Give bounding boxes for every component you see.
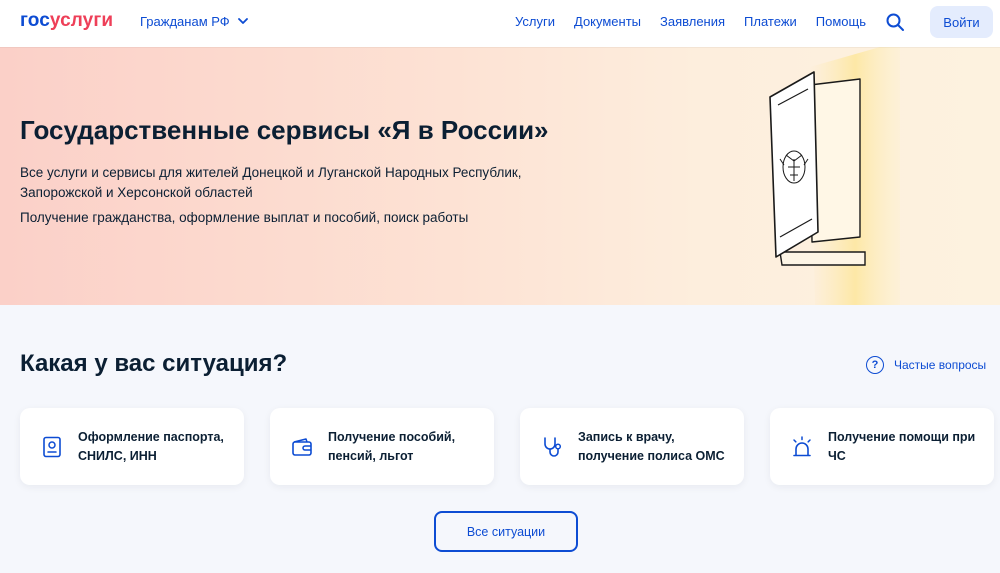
situation-card-emergency[interactable]: Получение помощи при ЧС [770,408,994,485]
card-label: Оформление паспорта, СНИЛС, ИНН [78,429,224,463]
top-header: госуслуги Гражданам РФ Услуги Документы … [0,0,1000,47]
main-nav: Услуги Документы Заявления Платежи Помощ… [515,14,866,29]
hero-subdescription: Получение гражданства, оформление выплат… [20,210,469,225]
gosuslugi-logo[interactable]: госуслуги [20,10,113,32]
wallet-icon [292,437,312,456]
question-icon: ? [866,356,884,374]
situation-card-doctor[interactable]: Запись к врачу, получение полиса ОМС [520,408,744,485]
nav-documents[interactable]: Документы [574,14,641,29]
alarm-icon [793,435,811,456]
nav-payments[interactable]: Платежи [744,14,797,29]
card-label: Запись к врачу, получение полиса ОМС [578,429,725,463]
nav-help[interactable]: Помощь [816,14,866,29]
logo-part-uslugi: услуги [49,10,114,31]
hero-description: Все услуги и сервисы для жителей Донецко… [20,165,522,200]
nav-applications[interactable]: Заявления [660,14,725,29]
citizen-label: Гражданам РФ [140,14,230,29]
stethoscope-icon [544,436,562,457]
passport-illustration [769,47,900,305]
situation-card-passport[interactable]: Оформление паспорта, СНИЛС, ИНН [20,408,244,485]
chevron-down-icon [237,18,248,24]
faq-link[interactable]: ? Частые вопросы [866,356,986,374]
all-situations-button[interactable]: Все ситуации [434,511,578,552]
card-label: Получение пособий, пенсий, льгот [328,429,456,463]
faq-label: Частые вопросы [894,358,987,372]
situation-card-benefits[interactable]: Получение пособий, пенсий, льгот [270,408,494,485]
situations-title: Какая у вас ситуация? [20,350,288,377]
citizen-selector[interactable]: Гражданам РФ [140,14,248,29]
passport-icon [43,436,61,457]
nav-services[interactable]: Услуги [515,14,555,29]
hero-title: Государственные сервисы «Я в России» [20,115,549,145]
logo-part-gos: гос [20,10,50,31]
card-label: Получение помощи при ЧС [828,429,976,463]
login-button[interactable]: Войти [930,6,993,38]
hero-banner: Государственные сервисы «Я в России» Все… [0,47,1000,305]
search-icon[interactable] [885,12,905,32]
situation-cards: Оформление паспорта, СНИЛС, ИНН Получени… [20,408,994,485]
